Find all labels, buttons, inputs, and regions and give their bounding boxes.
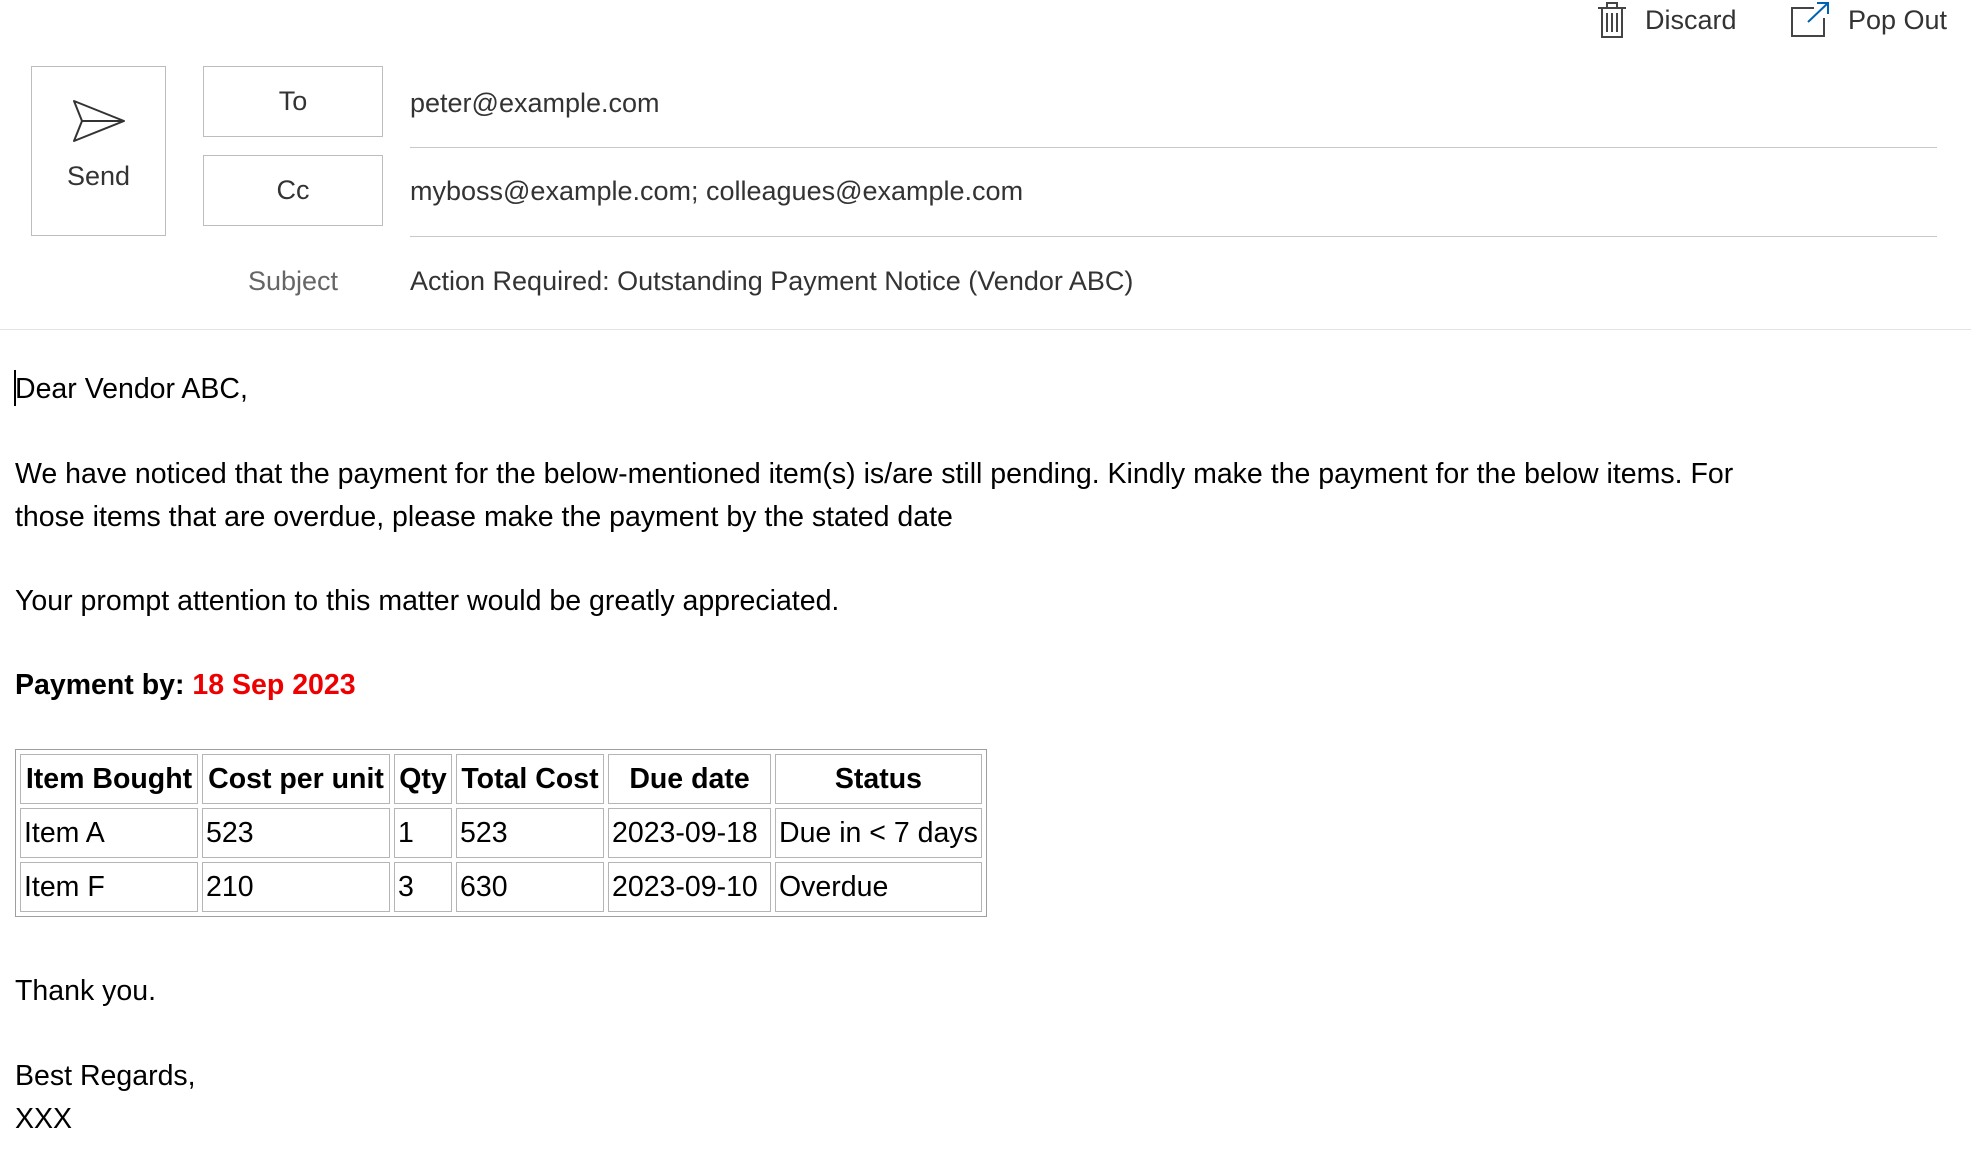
column-header-total-cost: Total Cost xyxy=(456,754,604,804)
discard-label: Discard xyxy=(1645,4,1737,35)
table-header-row: Item Bought Cost per unit Qty Total Cost… xyxy=(20,754,982,804)
subject-label: Subject xyxy=(247,266,339,296)
pop-out-label: Pop Out xyxy=(1848,4,1948,35)
send-label: Send xyxy=(66,161,131,191)
column-header-qty: Qty xyxy=(394,754,452,804)
thanks-line: Thank you. xyxy=(15,975,156,1007)
cc-field[interactable]: myboss@example.com; colleagues@example.c… xyxy=(410,176,1023,207)
table-cell: 210 xyxy=(202,862,390,912)
to-field[interactable]: peter@example.com xyxy=(410,88,660,119)
subject-field[interactable]: Action Required: Outstanding Payment Not… xyxy=(410,266,1133,297)
paragraph-1-line-2: those items that are overdue, please mak… xyxy=(15,501,953,533)
table-cell: Due in < 7 days xyxy=(775,808,982,858)
payment-by-label: Payment by: xyxy=(15,669,185,701)
paragraph-2: Your prompt attention to this matter wou… xyxy=(15,585,840,617)
items-table: Item Bought Cost per unit Qty Total Cost… xyxy=(15,749,987,917)
pop-out-icon xyxy=(1791,2,1829,37)
payment-by-date: 18 Sep 2023 xyxy=(192,669,356,701)
to-button[interactable]: To xyxy=(203,66,383,137)
table-cell: 2023-09-10 xyxy=(608,862,771,912)
table-cell: Item F xyxy=(20,862,198,912)
payment-by-line: Payment by: 18 Sep 2023 xyxy=(15,664,356,707)
signature-line: XXX xyxy=(15,1103,73,1135)
table-cell: 2023-09-18 xyxy=(608,808,771,858)
column-header-cost-per-unit: Cost per unit xyxy=(202,754,390,804)
discard-button[interactable]: Discard xyxy=(1597,0,1737,40)
greeting: Dear Vendor ABC, xyxy=(15,373,248,405)
table-row: Item A 523 1 523 2023-09-18 Due in < 7 d… xyxy=(20,808,982,858)
table-cell: 523 xyxy=(202,808,390,858)
to-field-underline xyxy=(410,147,1937,148)
to-label: To xyxy=(278,86,308,116)
pop-out-button[interactable]: Pop Out xyxy=(1790,0,1947,40)
send-icon xyxy=(72,100,125,142)
table-cell: 630 xyxy=(456,862,604,912)
column-header-due-date: Due date xyxy=(608,754,771,804)
paragraph-1-line-1: We have noticed that the payment for the… xyxy=(15,458,1734,490)
table-row: Item F 210 3 630 2023-09-10 Overdue xyxy=(20,862,982,912)
column-header-status: Status xyxy=(775,754,982,804)
cc-button[interactable]: Cc xyxy=(203,155,383,226)
cc-label: Cc xyxy=(276,175,310,205)
table-cell: Overdue xyxy=(775,862,982,912)
table-cell: 1 xyxy=(394,808,452,858)
column-header-item: Item Bought xyxy=(20,754,198,804)
closing-line: Best Regards, xyxy=(15,1060,196,1092)
table-cell: 3 xyxy=(394,862,452,912)
send-button[interactable]: Send xyxy=(31,66,166,236)
cc-field-underline xyxy=(410,236,1937,237)
trash-icon xyxy=(1598,2,1626,38)
header-divider xyxy=(0,329,1971,330)
table-cell: Item A xyxy=(20,808,198,858)
table-cell: 523 xyxy=(456,808,604,858)
